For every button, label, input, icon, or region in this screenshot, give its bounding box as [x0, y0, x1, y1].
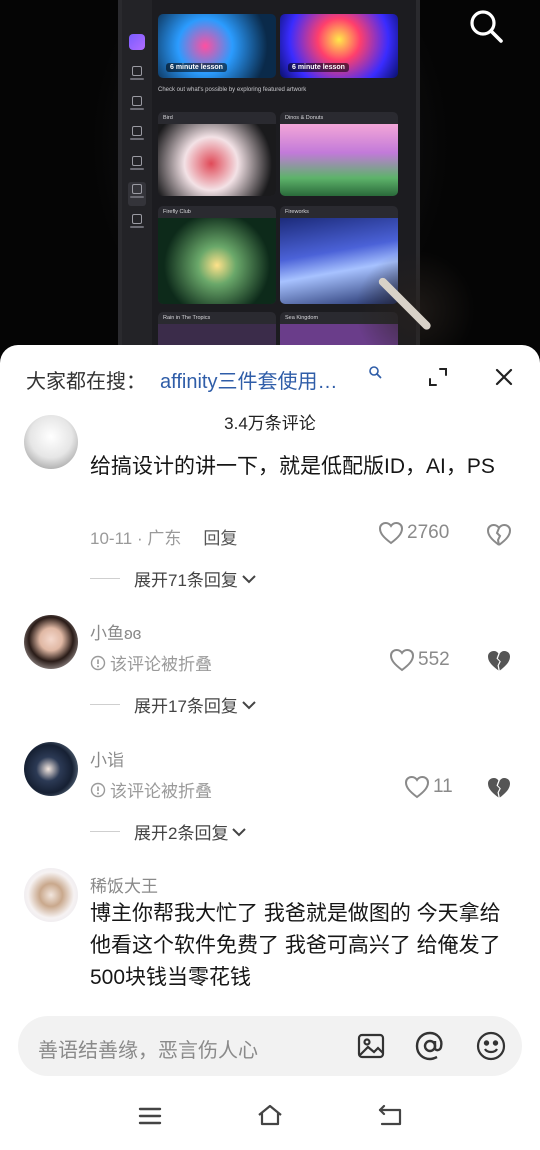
lesson-label: 6 minute lesson: [166, 63, 227, 72]
tile-name: Bird: [163, 115, 173, 121]
featured-text: Check out what's possible by exploring f…: [158, 87, 307, 93]
expand-replies-label: 展开17条回复: [134, 697, 238, 716]
folded-note-text: 该评论被折叠: [110, 655, 212, 674]
chevron-down-icon: [232, 827, 247, 836]
tablet-nav-item: [128, 182, 146, 206]
search-icon[interactable]: [466, 6, 506, 46]
broken-heart-icon[interactable]: [486, 649, 514, 677]
tile-name: Sea Kingdom: [285, 315, 319, 321]
lesson-card: 6 minute lesson: [158, 14, 276, 78]
heart-icon: [389, 648, 415, 672]
expand-replies-button[interactable]: 展开17条回复: [90, 692, 258, 717]
reply-button[interactable]: 回复: [203, 529, 237, 548]
comment-meta: 10-11 · 广东 回复: [90, 524, 237, 549]
tile-name: Fireworks: [285, 209, 309, 215]
comment-input[interactable]: 善语结善缘，恶言伤人心: [18, 1016, 522, 1076]
search-suggestion-link[interactable]: affinity三件套使用…: [160, 365, 337, 394]
avatar[interactable]: [24, 868, 78, 922]
like-count: 2760: [407, 522, 450, 543]
like-count: 11: [433, 776, 453, 797]
folded-note: 该评论被折叠: [90, 650, 212, 675]
expand-replies-button[interactable]: 展开71条回复: [90, 566, 258, 591]
like-count: 552: [418, 649, 450, 670]
hand-shadow: [355, 250, 475, 360]
artwork-tile: Firefly Club: [158, 206, 276, 304]
expand-replies-label: 展开71条回复: [134, 571, 238, 590]
video-player[interactable]: 6 minute lesson 6 minute lesson Check ou…: [0, 0, 540, 360]
search-icon: [368, 365, 382, 379]
avatar[interactable]: [24, 742, 78, 796]
info-icon: [90, 655, 106, 670]
like-button[interactable]: 552: [389, 648, 450, 672]
tablet-nav-item: [128, 64, 146, 88]
comment-count: 3.4万条评论: [224, 414, 316, 433]
comment-date-location: 10-11 · 广东: [90, 529, 182, 548]
search-prefix: 大家都在搜：: [26, 371, 146, 393]
tile-name: Dinos & Donuts: [285, 115, 324, 121]
username[interactable]: 小诣: [90, 746, 124, 771]
home-icon[interactable]: [256, 1102, 284, 1130]
tablet-nav-item: [128, 94, 146, 118]
broken-heart-icon[interactable]: [486, 523, 514, 551]
tablet-nav-item: [128, 212, 146, 236]
artwork-tile: Bird: [158, 112, 276, 196]
like-button[interactable]: 2760: [378, 521, 449, 545]
chevron-down-icon: [242, 700, 256, 709]
system-navigation-bar: [0, 1090, 540, 1150]
comment-item: 给搞设计的讲一下，就是低配版ID，AI，PS 10-11 · 广东 回复 2760…: [0, 415, 540, 595]
app-logo-icon: [129, 34, 145, 50]
expand-replies-label: 展开2条回复: [134, 824, 229, 843]
avatar[interactable]: [24, 615, 78, 669]
broken-heart-icon[interactable]: [486, 776, 514, 804]
expand-replies-button[interactable]: 展开2条回复: [90, 819, 248, 844]
username[interactable]: 小鱼ʚɞ: [90, 619, 141, 644]
folded-note-text: 该评论被折叠: [110, 782, 212, 801]
at-icon[interactable]: [414, 1030, 446, 1062]
comment-input-placeholder: 善语结善缘，恶言伤人心: [38, 1040, 258, 1062]
tile-name: Firefly Club: [163, 209, 191, 215]
comment-text: 博主你帮我大忙了 我爸就是做图的 今天拿给他看这个软件免费了 我爸可高兴了 给俺…: [90, 902, 501, 989]
heart-icon: [378, 521, 404, 545]
info-icon: [90, 782, 106, 797]
close-icon[interactable]: [492, 365, 516, 389]
username[interactable]: 稀饭大王: [90, 872, 158, 897]
tablet-nav-item: [128, 154, 146, 178]
comment-item: 小鱼ʚɞ 该评论被折叠 552 展开17条回复: [0, 615, 540, 725]
image-icon[interactable]: [355, 1030, 387, 1062]
emoji-icon[interactable]: [475, 1030, 507, 1062]
back-icon[interactable]: [376, 1102, 404, 1130]
lesson-card: 6 minute lesson: [280, 14, 398, 78]
comment-item: 小诣 该评论被折叠 11 展开2条回复: [0, 742, 540, 852]
heart-icon: [404, 775, 430, 799]
lesson-label: 6 minute lesson: [288, 63, 349, 72]
artwork-tile: Dinos & Donuts: [280, 112, 398, 196]
comment-text: 给搞设计的讲一下，就是低配版ID，AI，PS: [90, 455, 495, 478]
expand-icon[interactable]: [426, 365, 450, 389]
folded-note: 该评论被折叠: [90, 777, 212, 802]
tile-name: Rain in The Tropics: [163, 315, 211, 321]
like-button[interactable]: 11: [404, 775, 453, 799]
avatar[interactable]: [24, 415, 78, 469]
comment-sheet: 大家都在搜： affinity三件套使用… 3.4万条评论 给搞设计的讲一下，就…: [0, 345, 540, 1150]
tablet-sidebar: [122, 0, 152, 356]
chevron-down-icon: [242, 574, 256, 583]
tablet-nav-item: [128, 124, 146, 148]
menu-icon[interactable]: [136, 1102, 164, 1130]
sheet-header: 大家都在搜： affinity三件套使用…: [0, 345, 540, 409]
comment-item: 稀饭大王 博主你帮我大忙了 我爸就是做图的 今天拿给他看这个软件免费了 我爸可高…: [0, 868, 540, 1003]
